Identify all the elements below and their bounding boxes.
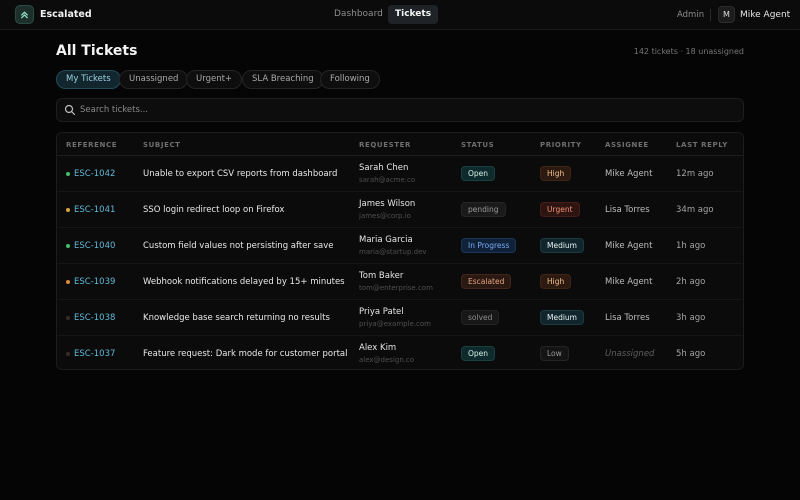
assignee: Mike Agent [605,169,653,179]
col-subject[interactable]: SUBJECT [143,141,181,149]
assignee: Unassigned [605,349,655,359]
nav-dashboard[interactable]: Dashboard [327,5,390,24]
last-reply: 2h ago [676,277,706,287]
requester-email: james@corp.io [359,212,411,220]
status-badge: pending [461,202,506,217]
last-reply: 1h ago [676,241,706,251]
priority-badge: Urgent [540,202,580,217]
ticket-reference[interactable]: ESC-1038 [74,313,115,323]
priority-badge: Medium [540,238,584,253]
col-priority[interactable]: PRIORITY [540,141,582,149]
requester-email: tom@enterprise.com [359,284,433,292]
status-badge: solved [461,310,500,325]
table-row[interactable]: ESC-1037 Feature request: Dark mode for c… [57,336,743,369]
filter-sla-breaching[interactable]: SLA Breaching [242,70,324,89]
priority-badge: High [540,274,572,289]
col-reference[interactable]: REFERENCE [66,141,117,149]
ticket-subject[interactable]: Feature request: Dark mode for customer … [143,349,348,359]
ticket-subject[interactable]: Knowledge base search returning no resul… [143,313,330,323]
avatar[interactable]: M [718,6,735,23]
status-dot [66,280,70,284]
status-badge: Open [461,346,496,361]
table-header: REFERENCE SUBJECT REQUESTER STATUS PRIOR… [57,133,743,156]
col-requester[interactable]: REQUESTER [359,141,411,149]
priority-badge: Medium [540,310,584,325]
status-dot [66,172,70,176]
table-row[interactable]: ESC-1039 Webhook notifications delayed by… [57,264,743,300]
requester-email: sarah@acme.co [359,176,416,184]
search-icon [64,104,76,119]
requester-email: priya@example.com [359,320,432,328]
priority-badge: High [540,166,572,181]
status-dot [66,316,70,320]
status-dot [66,352,70,356]
brand-name[interactable]: Escalated [40,9,92,20]
last-reply: 5h ago [676,349,706,359]
requester-name: Priya Patel [359,307,404,317]
nav-tickets[interactable]: Tickets [388,5,439,24]
filter-urgent[interactable]: Urgent+ [186,70,243,89]
requester-email: alex@design.co [359,356,415,364]
ticket-reference[interactable]: ESC-1041 [74,205,115,215]
ticket-reference[interactable]: ESC-1042 [74,169,115,179]
assignee: Mike Agent [605,241,653,251]
ticket-reference[interactable]: ESC-1040 [74,241,115,251]
requester-name: Alex Kim [359,343,397,353]
assignee: Lisa Torres [605,205,650,215]
col-status[interactable]: STATUS [461,141,494,149]
ticket-reference[interactable]: ESC-1037 [74,349,115,359]
assignee: Mike Agent [605,277,653,287]
priority-badge: Low [540,346,569,361]
table-row[interactable]: ESC-1040 Custom field values not persisti… [57,228,743,264]
last-reply: 3h ago [676,313,706,323]
status-badge: In Progress [461,238,517,253]
requester-name: James Wilson [359,199,416,209]
ticket-count: 142 tickets · 18 unassigned [633,47,744,56]
status-badge: Open [461,166,496,181]
last-reply: 34m ago [676,205,714,215]
filter-unassigned[interactable]: Unassigned [119,70,189,89]
search-input[interactable] [80,102,730,118]
requester-email: maria@startup.dev [359,248,427,256]
status-dot [66,244,70,248]
ticket-subject[interactable]: Custom field values not persisting after… [143,241,334,251]
nav-divider [710,9,711,21]
requester-name: Tom Baker [359,271,404,281]
tickets-table: REFERENCE SUBJECT REQUESTER STATUS PRIOR… [56,132,744,370]
filter-my-tickets[interactable]: My Tickets [56,70,121,89]
ticket-subject[interactable]: Webhook notifications delayed by 15+ min… [143,277,345,287]
table-row[interactable]: ESC-1041 SSO login redirect loop on Firef… [57,192,743,228]
status-badge: Escalated [461,274,512,289]
col-last-reply[interactable]: LAST REPLY [676,141,728,149]
page-title: All Tickets [56,43,138,59]
user-name[interactable]: Mike Agent [740,10,790,20]
ticket-subject[interactable]: SSO login redirect loop on Firefox [143,205,284,215]
chevrons-up-icon[interactable] [15,5,34,24]
search-bar[interactable] [56,98,744,122]
last-reply: 12m ago [676,169,714,179]
ticket-subject[interactable]: Unable to export CSV reports from dashbo… [143,169,337,179]
filter-following[interactable]: Following [320,70,380,89]
ticket-reference[interactable]: ESC-1039 [74,277,115,287]
table-row[interactable]: ESC-1038 Knowledge base search returning … [57,300,743,336]
top-bar: Escalated Dashboard Tickets Admin M Mike… [0,0,800,30]
requester-name: Sarah Chen [359,163,409,173]
col-assignee[interactable]: ASSIGNEE [605,141,649,149]
status-dot [66,208,70,212]
table-row[interactable]: ESC-1042 Unable to export CSV reports fro… [57,156,743,192]
requester-name: Maria Garcia [359,235,413,245]
admin-link[interactable]: Admin [677,10,704,20]
assignee: Lisa Torres [605,313,650,323]
